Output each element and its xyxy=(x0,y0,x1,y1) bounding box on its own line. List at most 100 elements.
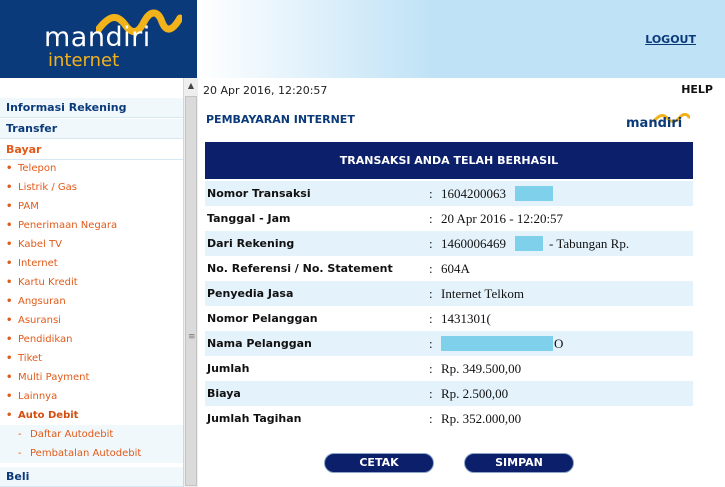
bullet-dot-icon: • xyxy=(6,182,13,193)
row-label: No. Referensi / No. Statement xyxy=(207,262,393,275)
sidebar-item-bayar[interactable]: Bayar xyxy=(0,140,183,160)
bullet-dot-icon: • xyxy=(6,239,13,250)
row-value: 1604200063 xyxy=(441,186,506,201)
sidebar-item-penerimaan-negara[interactable]: • Penerimaan Negara xyxy=(0,216,183,235)
row-value-suffix: O xyxy=(554,336,564,351)
sidebar-item-label: PAM xyxy=(18,201,39,212)
row-value: Internet Telkom xyxy=(441,286,524,301)
redaction-mask xyxy=(515,236,543,251)
sidebar-item-lainnya[interactable]: • Lainnya xyxy=(0,387,183,406)
bullet-dot-icon: • xyxy=(6,410,13,421)
sidebar-item-asuransi[interactable]: • Asuransi xyxy=(0,311,183,330)
print-button[interactable]: CETAK xyxy=(324,453,434,473)
transaction-status-banner: TRANSAKSI ANDA TELAH BERHASIL xyxy=(205,142,693,179)
small-logo-wordmark: mandiri xyxy=(626,116,683,131)
sidebar-item-telepon[interactable]: • Telepon xyxy=(0,159,183,178)
bullet-dot-icon: • xyxy=(6,258,13,269)
row-label: Jumlah xyxy=(207,362,250,375)
logout-link[interactable]: LOGOUT xyxy=(645,33,696,46)
sidebar-item-label: Tiket xyxy=(18,353,43,364)
sidebar-item-label: Angsuran xyxy=(18,296,66,307)
save-button[interactable]: SIMPAN xyxy=(464,453,574,473)
bullet-dot-icon: • xyxy=(6,163,13,174)
sidebar-subitem-label: Pembatalan Autodebit xyxy=(30,448,142,459)
vertical-scrollbar[interactable]: ▲ ≡ xyxy=(183,78,198,487)
row-value: 1460006469 xyxy=(441,236,506,251)
logo-subtitle: internet xyxy=(48,50,120,71)
table-row: Tanggal - Jam : 20 Apr 2016 - 12:20:57 xyxy=(205,206,693,231)
dash-icon: - xyxy=(18,448,22,459)
scrollbar-thumb[interactable]: ≡ xyxy=(185,96,197,486)
sidebar-item-label: Pendidikan xyxy=(18,334,73,345)
bullet-dot-icon: • xyxy=(6,315,13,326)
sidebar-item-listrik-gas[interactable]: • Listrik / Gas xyxy=(0,178,183,197)
sidebar-item-label: Telepon xyxy=(18,163,57,174)
row-value: Rp. 349.500,00 xyxy=(441,361,522,376)
row-label: Nomor Transaksi xyxy=(207,187,311,200)
row-label: Tanggal - Jam xyxy=(207,212,291,225)
row-label: Penyedia Jasa xyxy=(207,287,294,300)
sidebar-item-label: Multi Payment xyxy=(18,372,90,383)
triangle-up-icon[interactable]: ▲ xyxy=(184,78,198,94)
sidebar-item-multi-payment[interactable]: • Multi Payment xyxy=(0,368,183,387)
row-value: 1431301( xyxy=(441,311,491,326)
sidebar-item-label: Listrik / Gas xyxy=(18,182,77,193)
row-label: Biaya xyxy=(207,387,241,400)
sidebar-item-label: Kartu Kredit xyxy=(18,277,78,288)
row-colon: : xyxy=(429,336,433,351)
sidebar-item-label: Internet xyxy=(18,258,58,269)
row-value-suffix: - Tabungan Rp. xyxy=(549,236,630,251)
row-label: Dari Rekening xyxy=(207,237,295,250)
redaction-mask xyxy=(515,186,553,201)
sidebar-item-pam[interactable]: • PAM xyxy=(0,197,183,216)
row-colon: : xyxy=(429,261,433,276)
sidebar-subitem-label: Daftar Autodebit xyxy=(30,429,114,440)
sidebar-item-informasi-rekening[interactable]: Informasi Rekening xyxy=(0,98,183,118)
sidebar-item-kartu-kredit[interactable]: • Kartu Kredit xyxy=(0,273,183,292)
table-row: No. Referensi / No. Statement : 604A xyxy=(205,256,693,281)
table-row: Jumlah : Rp. 349.500,00 xyxy=(205,356,693,381)
row-colon: : xyxy=(429,186,433,201)
sidebar-item-angsuran[interactable]: • Angsuran xyxy=(0,292,183,311)
page-title: PEMBAYARAN INTERNET xyxy=(206,113,355,126)
sidebar-subitem-daftar-autodebit[interactable]: - Daftar Autodebit xyxy=(0,425,183,444)
sidebar-item-label: Auto Debit xyxy=(18,410,79,421)
sidebar-item-label: Asuransi xyxy=(18,315,61,326)
table-row: Biaya : Rp. 2.500,00 xyxy=(205,381,693,406)
row-colon: : xyxy=(429,311,433,326)
sidebar-item-transfer[interactable]: Transfer xyxy=(0,119,183,139)
row-colon: : xyxy=(429,411,433,426)
row-colon: : xyxy=(429,286,433,301)
bullet-dot-icon: • xyxy=(6,391,13,402)
row-label: Nama Pelanggan xyxy=(207,337,312,350)
bullet-dot-icon: • xyxy=(6,220,13,231)
row-colon: : xyxy=(429,361,433,376)
row-value: 20 Apr 2016 - 12:20:57 xyxy=(441,211,564,226)
sidebar-menu: Informasi Rekening Transfer Bayar • Telep… xyxy=(0,96,183,487)
mandiri-small-logo: mandiri xyxy=(624,108,691,132)
table-row: Nomor Pelanggan : 1431301( xyxy=(205,306,693,331)
sidebar-item-kabel-tv[interactable]: • Kabel TV xyxy=(0,235,183,254)
table-row: Dari Rekening : 1460006469 - Tabungan Rp… xyxy=(205,231,693,256)
sidebar-item-pendidikan[interactable]: • Pendidikan xyxy=(0,330,183,349)
redaction-mask xyxy=(441,336,553,351)
sidebar-item-beli[interactable]: Beli xyxy=(0,467,183,487)
sidebar-item-label: Kabel TV xyxy=(18,239,62,250)
bullet-dot-icon: • xyxy=(6,296,13,307)
bullet-dot-icon: • xyxy=(6,277,13,288)
row-colon: : xyxy=(429,211,433,226)
row-value: Rp. 352.000,00 xyxy=(441,411,522,426)
dash-icon: - xyxy=(18,429,22,440)
logo-wordmark: mandiri xyxy=(44,22,151,53)
bullet-dot-icon: • xyxy=(6,201,13,212)
sidebar-item-auto-debit[interactable]: • Auto Debit xyxy=(0,406,183,425)
row-value: Rp. 2.500,00 xyxy=(441,386,509,401)
sidebar-item-internet[interactable]: • Internet xyxy=(0,254,183,273)
sidebar-item-label: Penerimaan Negara xyxy=(18,220,118,231)
sidebar-item-tiket[interactable]: • Tiket xyxy=(0,349,183,368)
mandiri-internet-logo: mandiri internet xyxy=(0,0,197,78)
table-row: Penyedia Jasa : Internet Telkom xyxy=(205,281,693,306)
sidebar-subitem-pembatalan-autodebit[interactable]: - Pembatalan Autodebit xyxy=(0,444,183,463)
help-link[interactable]: HELP xyxy=(681,83,713,96)
bullet-dot-icon: • xyxy=(6,372,13,383)
